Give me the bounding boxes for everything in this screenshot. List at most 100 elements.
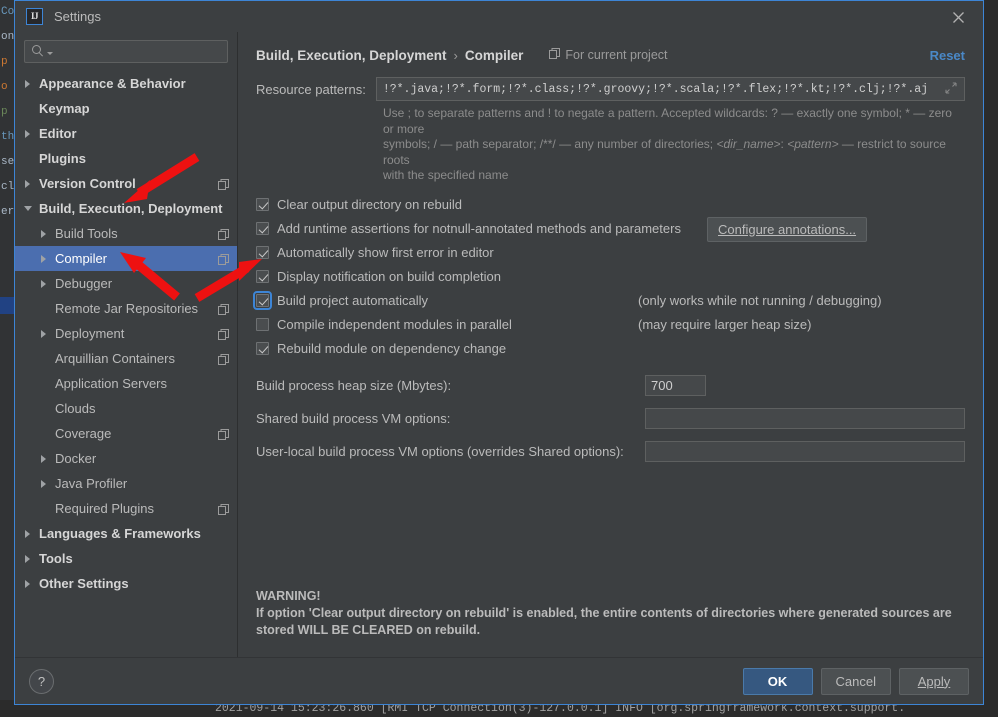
sidebar-item-remote-jar-repositories[interactable]: Remote Jar Repositories xyxy=(15,296,237,321)
checkbox-clear-output-directory-on-rebuild[interactable] xyxy=(256,198,269,211)
sidebar-item-build-execution-deployment[interactable]: Build, Execution, Deployment xyxy=(15,196,237,221)
sidebar-item-application-servers[interactable]: Application Servers xyxy=(15,371,237,396)
checkbox-display-notification-on-build-completion[interactable] xyxy=(256,270,269,283)
sidebar-item-label: Build, Execution, Deployment xyxy=(39,201,223,216)
module-icon xyxy=(218,303,229,315)
build-heap-input[interactable]: 700 xyxy=(645,374,706,396)
search-icon xyxy=(32,45,45,58)
chevron-right-icon[interactable] xyxy=(39,478,50,489)
sidebar-item-tools[interactable]: Tools xyxy=(15,546,237,571)
chevron-right-icon[interactable] xyxy=(23,128,34,139)
reset-link[interactable]: Reset xyxy=(930,48,965,63)
chevron-right-icon[interactable] xyxy=(23,178,34,189)
sidebar-item-editor[interactable]: Editor xyxy=(15,121,237,146)
resource-patterns-label: Resource patterns: xyxy=(256,81,366,97)
sidebar-item-compiler[interactable]: Compiler xyxy=(15,246,237,271)
apply-button[interactable]: Apply xyxy=(899,667,969,695)
checkbox-label: Rebuild module on dependency change xyxy=(277,341,507,356)
chevron-down-icon[interactable] xyxy=(23,203,34,214)
for-current-project-indicator: For current project xyxy=(549,48,668,62)
checkbox-label: Clear output directory on rebuild xyxy=(277,197,462,212)
configure-annotations-button[interactable]: Configure annotations... xyxy=(707,216,868,242)
chevron-right-icon[interactable] xyxy=(39,228,50,239)
breadcrumb-leaf: Compiler xyxy=(464,47,524,63)
sidebar-item-label: Application Servers xyxy=(55,376,167,391)
chevron-right-icon[interactable] xyxy=(39,278,50,289)
sidebar-item-required-plugins[interactable]: Required Plugins xyxy=(15,496,237,521)
sidebar-item-debugger[interactable]: Debugger xyxy=(15,271,237,296)
checkbox-note: (only works while not running / debuggin… xyxy=(638,293,882,308)
sidebar-item-clouds[interactable]: Clouds xyxy=(15,396,237,421)
checkbox-add-runtime-assertions-for-notnull-annotated-methods-and-parameters[interactable] xyxy=(256,222,269,235)
chevron-right-icon[interactable] xyxy=(23,578,34,589)
sidebar-item-label: Arquillian Containers xyxy=(55,351,175,366)
sidebar-item-docker[interactable]: Docker xyxy=(15,446,237,471)
checkbox-note: (may require larger heap size) xyxy=(638,317,812,332)
sidebar-item-label: Keymap xyxy=(39,101,90,116)
chevron-right-icon[interactable] xyxy=(39,253,50,264)
chevron-right-icon[interactable] xyxy=(23,78,34,89)
build-heap-label: Build process heap size (Mbytes): xyxy=(256,377,452,393)
checkbox-row: Compile independent modules in parallel (… xyxy=(256,313,965,337)
userlocal-vm-row: User-local build process VM options (ove… xyxy=(256,435,965,468)
dialog-titlebar: Settings xyxy=(15,1,983,32)
sidebar-item-keymap[interactable]: Keymap xyxy=(15,96,237,121)
dialog-footer: ? OK Cancel Apply xyxy=(15,657,983,704)
chevron-down-icon xyxy=(47,52,53,55)
sidebar-item-label: Editor xyxy=(39,126,77,141)
sidebar-item-languages-frameworks[interactable]: Languages & Frameworks xyxy=(15,521,237,546)
checkbox-compile-independent-modules-in-parallel[interactable] xyxy=(256,318,269,331)
chevron-right-icon[interactable] xyxy=(39,453,50,464)
chevron-right-icon[interactable] xyxy=(23,553,34,564)
sidebar-item-version-control[interactable]: Version Control xyxy=(15,171,237,196)
dialog-title: Settings xyxy=(54,9,101,24)
sidebar-item-label: Deployment xyxy=(55,326,125,341)
resource-patterns-row: Resource patterns: !?*.java;!?*.form;!?*… xyxy=(256,77,965,101)
help-button[interactable]: ? xyxy=(29,668,54,694)
expand-icon[interactable] xyxy=(943,80,961,98)
checkbox-automatically-show-first-error-in-editor[interactable] xyxy=(256,246,269,259)
checkbox-label: Display notification on build completion xyxy=(277,269,502,284)
module-icon xyxy=(218,328,229,340)
checkbox-row: Add runtime assertions for notnull-annot… xyxy=(256,216,965,242)
userlocal-vm-input[interactable] xyxy=(645,440,965,462)
sidebar-item-label: Tools xyxy=(39,551,73,566)
sidebar-item-label: Java Profiler xyxy=(55,476,128,491)
sidebar-item-label: Coverage xyxy=(55,426,112,441)
resource-patterns-input[interactable]: !?*.java;!?*.form;!?*.class;!?*.groovy;!… xyxy=(375,77,965,101)
sidebar-item-plugins[interactable]: Plugins xyxy=(15,146,237,171)
sidebar-item-arquillian-containers[interactable]: Arquillian Containers xyxy=(15,346,237,371)
sidebar-item-label: Compiler xyxy=(55,251,108,266)
close-icon[interactable] xyxy=(947,6,969,28)
resource-patterns-value: !?*.java;!?*.form;!?*.class;!?*.groovy;!… xyxy=(382,82,929,96)
module-icon xyxy=(218,228,229,240)
sidebar-item-java-profiler[interactable]: Java Profiler xyxy=(15,471,237,496)
shared-vm-input[interactable] xyxy=(645,407,965,429)
sidebar-item-other-settings[interactable]: Other Settings xyxy=(15,571,237,596)
sidebar-item-build-tools[interactable]: Build Tools xyxy=(15,221,237,246)
resource-patterns-hint: Use ; to separate patterns and ! to nega… xyxy=(383,106,957,184)
sidebar-item-deployment[interactable]: Deployment xyxy=(15,321,237,346)
for-current-project-label: For current project xyxy=(565,48,668,62)
sidebar-item-appearance-behavior[interactable]: Appearance & Behavior xyxy=(15,71,237,96)
warning-text: WARNING! If option 'Clear output directo… xyxy=(256,588,965,639)
sidebar-item-coverage[interactable]: Coverage xyxy=(15,421,237,446)
chevron-right-icon[interactable] xyxy=(23,528,34,539)
cancel-button[interactable]: Cancel xyxy=(820,667,891,695)
search-input[interactable] xyxy=(24,40,228,63)
checkbox-build-project-automatically[interactable] xyxy=(253,291,272,310)
sidebar-item-label: Languages & Frameworks xyxy=(39,526,201,541)
chevron-right-icon[interactable] xyxy=(39,328,50,339)
module-icon xyxy=(218,428,229,440)
sidebar-item-label: Appearance & Behavior xyxy=(39,76,186,91)
hint-line-3: with the specified name xyxy=(383,168,509,182)
module-icon xyxy=(218,178,229,190)
checkbox-rebuild-module-on-dependency-change[interactable] xyxy=(256,342,269,355)
checkbox-row: Automatically show first error in editor xyxy=(256,241,965,265)
build-heap-row: Build process heap size (Mbytes): 700 xyxy=(256,369,965,402)
ok-button[interactable]: OK xyxy=(742,667,813,695)
